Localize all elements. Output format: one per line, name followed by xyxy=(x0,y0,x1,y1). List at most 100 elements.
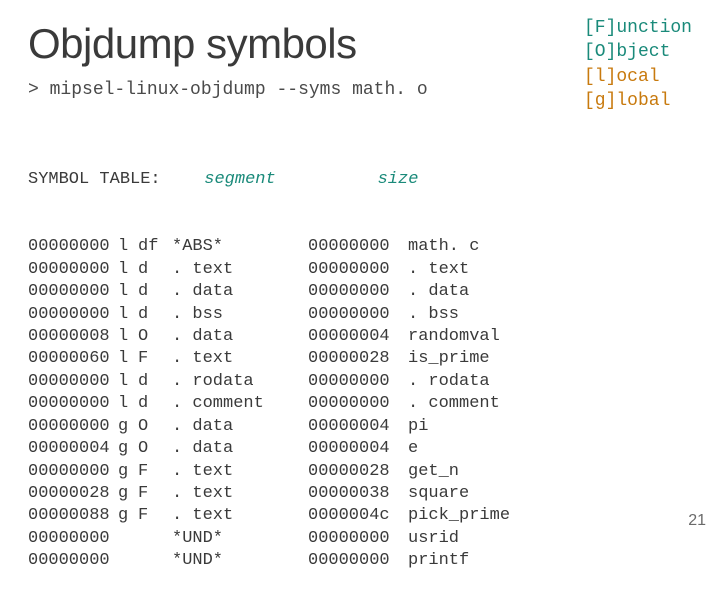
table-row: 00000000ld. rodata00000000. rodata xyxy=(28,371,692,393)
table-row: 00000000ld. bss00000000. bss xyxy=(28,304,692,326)
symbol-scope xyxy=(118,528,138,550)
symbol-size: 00000004 xyxy=(308,438,408,460)
symbol-scope: l xyxy=(118,281,138,303)
page-number: 21 xyxy=(688,512,706,530)
symbol-name: pick_prime xyxy=(408,505,510,527)
symbol-segment: . data xyxy=(172,416,308,438)
symbol-scope: g xyxy=(118,438,138,460)
symbol-size: 00000004 xyxy=(308,326,408,348)
symbol-scope: g xyxy=(118,416,138,438)
symbol-name: e xyxy=(408,438,418,460)
table-row: 00000004gO. data00000004e xyxy=(28,438,692,460)
symbol-segment: . data xyxy=(172,326,308,348)
symbol-address: 00000008 xyxy=(28,326,118,348)
legend-key: [F] xyxy=(584,18,616,38)
symbol-address: 00000028 xyxy=(28,483,118,505)
symbol-scope: l xyxy=(118,236,138,258)
symbol-scope: l xyxy=(118,326,138,348)
symbol-name: math. c xyxy=(408,236,479,258)
symbol-size: 00000000 xyxy=(308,304,408,326)
table-row: 00000000*UND*00000000usrid xyxy=(28,528,692,550)
table-row: 00000028gF. text00000038square xyxy=(28,483,692,505)
table-row: 00000000ld. comment00000000. comment xyxy=(28,393,692,415)
symbol-table-label: SYMBOL TABLE: xyxy=(28,169,172,191)
symbol-size: 00000028 xyxy=(308,461,408,483)
symbol-scope: l xyxy=(118,348,138,370)
table-row: 00000060lF. text00000028is_prime xyxy=(28,348,692,370)
table-row: 00000000gF. text00000028get_n xyxy=(28,461,692,483)
symbol-segment: . bss xyxy=(172,304,308,326)
symbol-segment: . data xyxy=(172,438,308,460)
symbol-address: 00000000 xyxy=(28,259,118,281)
legend-item: [O]bject xyxy=(584,40,692,64)
column-header-size: size xyxy=(348,169,448,191)
symbol-segment: . rodata xyxy=(172,371,308,393)
symbol-type: F xyxy=(138,348,172,370)
legend-text: ocal xyxy=(616,67,659,87)
symbol-type: O xyxy=(138,416,172,438)
symbol-address: 00000004 xyxy=(28,438,118,460)
symbol-segment: . text xyxy=(172,505,308,527)
symbol-name: . data xyxy=(408,281,469,303)
symbol-type: d xyxy=(138,304,172,326)
symbol-name: . bss xyxy=(408,304,459,326)
symbol-type: df xyxy=(138,236,172,258)
symbol-size: 00000000 xyxy=(308,259,408,281)
symbol-type: d xyxy=(138,281,172,303)
symbol-type: O xyxy=(138,326,172,348)
symbol-table: SYMBOL TABLE: segment size 00000000ldf*A… xyxy=(28,124,692,595)
symbol-address: 00000000 xyxy=(28,304,118,326)
symbol-segment: *UND* xyxy=(172,528,308,550)
symbol-scope: l xyxy=(118,393,138,415)
column-header-segment: segment xyxy=(172,169,308,191)
symbol-scope: g xyxy=(118,461,138,483)
symbol-address: 00000000 xyxy=(28,236,118,258)
symbol-type: d xyxy=(138,393,172,415)
symbol-scope: l xyxy=(118,371,138,393)
symbol-size: 00000004 xyxy=(308,416,408,438)
table-row: 00000000ldf*ABS*00000000math. c xyxy=(28,236,692,258)
symbol-size: 00000038 xyxy=(308,483,408,505)
symbol-address: 00000088 xyxy=(28,505,118,527)
symbol-type: F xyxy=(138,461,172,483)
legend-item: [l]ocal xyxy=(584,65,692,89)
table-row: 00000008lO. data00000004randomval xyxy=(28,326,692,348)
table-header-row: SYMBOL TABLE: segment size xyxy=(28,169,692,191)
symbol-segment: . text xyxy=(172,348,308,370)
legend-item: [g]lobal xyxy=(584,89,692,113)
legend-text: lobal xyxy=(616,91,670,111)
table-row: 00000088gF. text0000004cpick_prime xyxy=(28,505,692,527)
symbol-address: 00000060 xyxy=(28,348,118,370)
symbol-address: 00000000 xyxy=(28,371,118,393)
symbol-type: O xyxy=(138,438,172,460)
symbol-address: 00000000 xyxy=(28,528,118,550)
symbol-segment: . text xyxy=(172,461,308,483)
symbol-segment: . comment xyxy=(172,393,308,415)
symbol-size: 00000028 xyxy=(308,348,408,370)
symbol-size: 00000000 xyxy=(308,236,408,258)
symbol-address: 00000000 xyxy=(28,461,118,483)
symbol-name: . comment xyxy=(408,393,500,415)
symbol-name: . text xyxy=(408,259,469,281)
legend-item: [F]unction xyxy=(584,16,692,40)
symbol-type xyxy=(138,550,172,572)
symbol-scope: g xyxy=(118,505,138,527)
symbol-type: d xyxy=(138,259,172,281)
legend-box: [F]unction[O]bject[l]ocal[g]lobal xyxy=(584,16,692,113)
table-row: 00000000ld. text00000000. text xyxy=(28,259,692,281)
legend-text: unction xyxy=(616,18,692,38)
symbol-size: 00000000 xyxy=(308,281,408,303)
symbol-size: 00000000 xyxy=(308,528,408,550)
symbol-name: square xyxy=(408,483,469,505)
command-text: mipsel-linux-objdump --syms math. o xyxy=(50,80,428,100)
symbol-name: printf xyxy=(408,550,469,572)
symbol-address: 00000000 xyxy=(28,550,118,572)
symbol-segment: . text xyxy=(172,483,308,505)
symbol-name: usrid xyxy=(408,528,459,550)
symbol-name: get_n xyxy=(408,461,459,483)
symbol-scope xyxy=(118,550,138,572)
table-row: 00000000*UND*00000000printf xyxy=(28,550,692,572)
symbol-segment: . data xyxy=(172,281,308,303)
symbol-scope: g xyxy=(118,483,138,505)
symbol-address: 00000000 xyxy=(28,393,118,415)
